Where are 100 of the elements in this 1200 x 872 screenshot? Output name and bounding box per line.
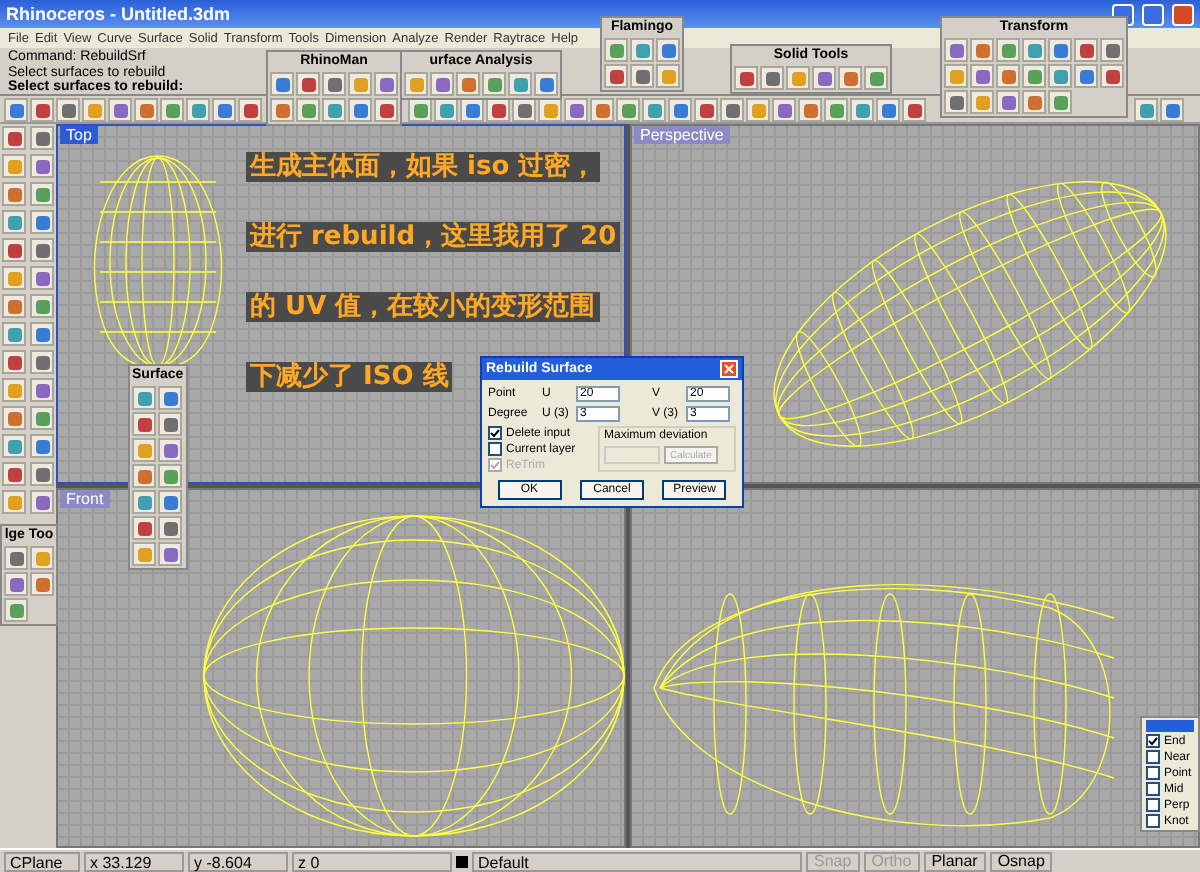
tool-button[interactable] <box>630 38 654 62</box>
tool-button[interactable] <box>158 516 182 540</box>
tool-button[interactable] <box>616 98 640 122</box>
tool-button[interactable] <box>694 98 718 122</box>
tool-button[interactable] <box>2 434 26 458</box>
tool-button[interactable] <box>374 98 398 122</box>
tool-button[interactable] <box>132 438 156 462</box>
tool-button[interactable] <box>512 98 536 122</box>
tool-button[interactable] <box>322 98 346 122</box>
tool-button[interactable] <box>30 406 54 430</box>
tool-button[interactable] <box>2 238 26 262</box>
tool-button[interactable] <box>564 98 588 122</box>
tool-button[interactable] <box>30 350 54 374</box>
tool-button[interactable] <box>212 98 236 122</box>
tool-button[interactable] <box>656 38 680 62</box>
tool-button[interactable] <box>642 98 666 122</box>
tool-button[interactable] <box>786 66 810 90</box>
tool-button[interactable] <box>538 98 562 122</box>
tool-button[interactable] <box>158 542 182 566</box>
tool-button[interactable] <box>30 378 54 402</box>
tool-button[interactable] <box>296 72 320 96</box>
tool-button[interactable] <box>1022 90 1046 114</box>
tool-button[interactable] <box>590 98 614 122</box>
tool-button[interactable] <box>604 64 628 88</box>
tool-button[interactable] <box>186 98 210 122</box>
tool-button[interactable] <box>4 546 28 570</box>
tool-button[interactable] <box>4 598 28 622</box>
tool-button[interactable] <box>902 98 926 122</box>
tool-button[interactable] <box>460 98 484 122</box>
tool-button[interactable] <box>30 154 54 178</box>
tool-button[interactable] <box>2 182 26 206</box>
tool-button[interactable] <box>348 72 372 96</box>
tool-button[interactable] <box>158 412 182 436</box>
tool-button[interactable] <box>2 490 26 514</box>
tool-button[interactable] <box>82 98 106 122</box>
tool-button[interactable] <box>996 38 1020 62</box>
tool-button[interactable] <box>508 72 532 96</box>
tool-button[interactable] <box>970 38 994 62</box>
tool-button[interactable] <box>486 98 510 122</box>
tool-button[interactable] <box>1048 90 1072 114</box>
tool-button[interactable] <box>838 66 862 90</box>
tool-button[interactable] <box>4 98 28 122</box>
tool-button[interactable] <box>2 406 26 430</box>
tool-button[interactable] <box>30 126 54 150</box>
checkbox[interactable] <box>488 442 502 456</box>
status-toggle[interactable]: Osnap <box>989 851 1053 871</box>
status-toggle[interactable]: Planar <box>923 851 986 871</box>
tool-button[interactable] <box>1074 64 1098 88</box>
tool-button[interactable] <box>760 66 784 90</box>
tool-button[interactable] <box>746 98 770 122</box>
tool-button[interactable] <box>132 464 156 488</box>
tool-button[interactable] <box>158 438 182 462</box>
tool-button[interactable] <box>132 516 156 540</box>
tool-button[interactable] <box>158 386 182 410</box>
tool-button[interactable] <box>2 210 26 234</box>
tool-button[interactable] <box>30 210 54 234</box>
tool-button[interactable] <box>630 64 654 88</box>
tool-button[interactable] <box>56 98 80 122</box>
tool-button[interactable] <box>734 66 758 90</box>
tool-button[interactable] <box>404 72 428 96</box>
tool-button[interactable] <box>812 66 836 90</box>
tool-button[interactable] <box>30 238 54 262</box>
tool-button[interactable] <box>132 542 156 566</box>
tool-button[interactable] <box>238 98 262 122</box>
viewport-tab[interactable]: Top <box>60 126 98 144</box>
close-button[interactable] <box>720 360 738 378</box>
tool-button[interactable] <box>30 434 54 458</box>
tool-button[interactable] <box>534 72 558 96</box>
tool-button[interactable] <box>1100 64 1124 88</box>
tool-button[interactable] <box>1048 38 1072 62</box>
tool-button[interactable] <box>132 490 156 514</box>
tool-button[interactable] <box>1160 98 1184 122</box>
deviation-field[interactable] <box>604 446 660 464</box>
tool-button[interactable] <box>1022 38 1046 62</box>
checkbox[interactable] <box>488 426 502 440</box>
tool-button[interactable] <box>30 322 54 346</box>
checkbox[interactable] <box>1146 766 1160 780</box>
tool-button[interactable] <box>1100 38 1124 62</box>
tool-button[interactable] <box>132 386 156 410</box>
tool-button[interactable] <box>970 64 994 88</box>
tool-button[interactable] <box>2 294 26 318</box>
tool-button[interactable] <box>30 182 54 206</box>
checkbox[interactable] <box>1146 814 1160 828</box>
tool-button[interactable] <box>1134 98 1158 122</box>
tool-button[interactable] <box>656 64 680 88</box>
tool-button[interactable] <box>30 572 54 596</box>
maximize-button[interactable] <box>1142 3 1164 25</box>
tool-button[interactable] <box>2 462 26 486</box>
close-button[interactable] <box>1172 3 1194 25</box>
tool-button[interactable] <box>132 412 156 436</box>
tool-button[interactable] <box>30 266 54 290</box>
tool-button[interactable] <box>2 378 26 402</box>
tool-button[interactable] <box>720 98 744 122</box>
tool-button[interactable] <box>2 154 26 178</box>
tool-button[interactable] <box>798 98 822 122</box>
tool-button[interactable] <box>348 98 372 122</box>
tool-button[interactable] <box>772 98 796 122</box>
tool-button[interactable] <box>30 490 54 514</box>
tool-button[interactable] <box>374 72 398 96</box>
tool-button[interactable] <box>1022 64 1046 88</box>
